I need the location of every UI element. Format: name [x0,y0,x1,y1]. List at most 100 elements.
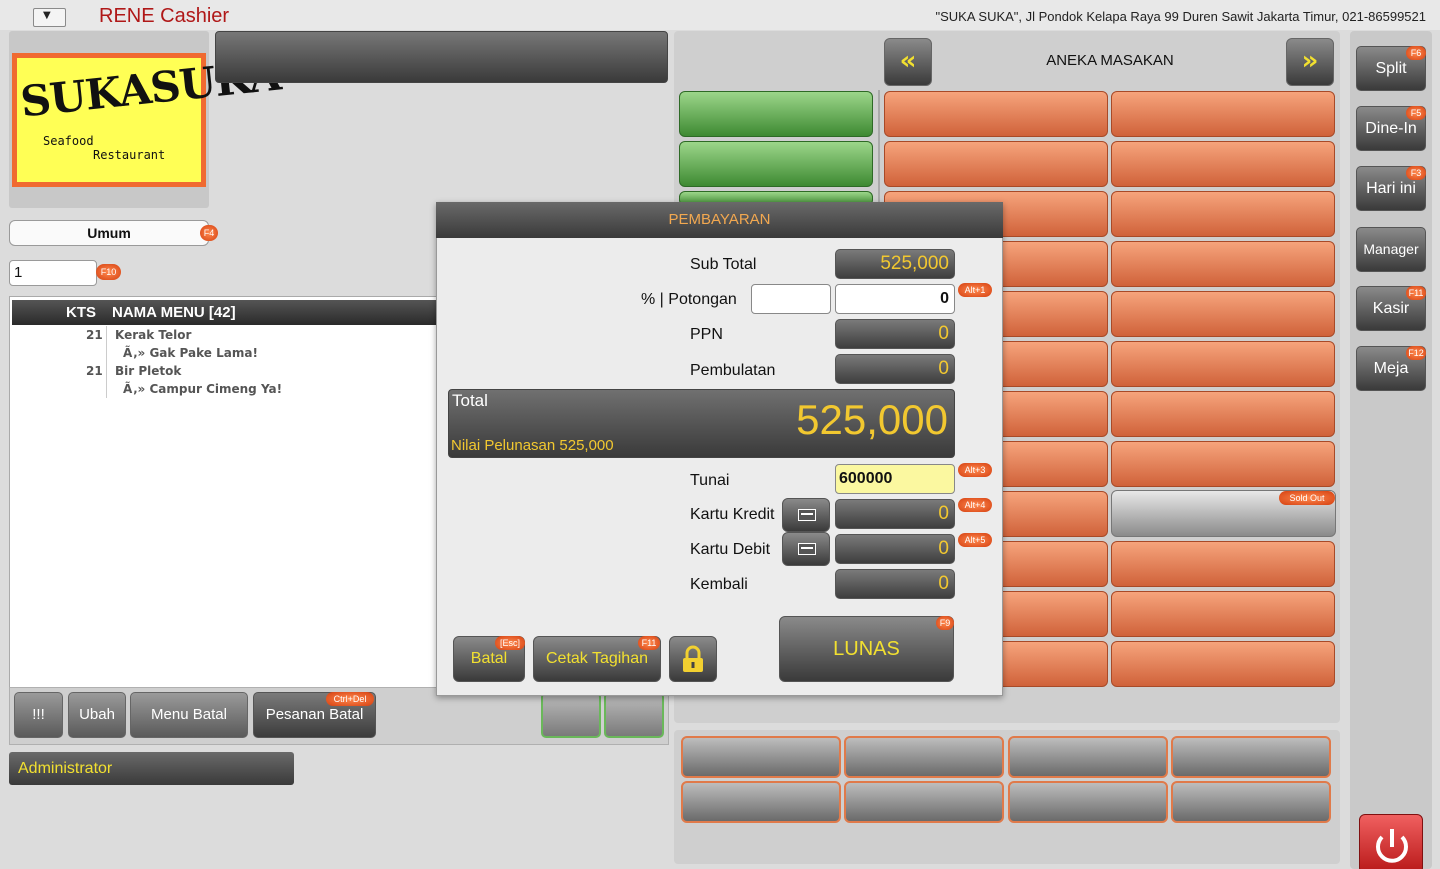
settlement-text: Nilai Pelunasan 525,000 [451,437,614,454]
sidebar-shortcut-badge: F3 [1406,166,1426,180]
table-shortcut-badge: F10 [96,264,121,280]
window-menu-button[interactable]: ▼ [33,8,66,27]
subcategory-button[interactable] [679,141,873,187]
discount-label: % | Potongan [641,291,737,308]
menu-item-button[interactable] [1111,541,1335,587]
menu-item-button[interactable] [1111,591,1335,637]
card-icon [798,543,816,555]
order-qty: 21 [86,364,103,378]
discount-amount-input[interactable]: 0 [835,284,955,314]
chevron-down-icon: ▼ [43,10,51,21]
debit-card-value[interactable]: 0 [835,534,955,564]
tax-label: PPN [690,326,723,343]
debit-card-label: Kartu Debit [690,541,771,558]
quick-menu-button[interactable] [1008,781,1168,823]
cash-label: Tunai [690,472,730,489]
discount-shortcut-badge: Alt+1 [958,283,992,297]
restaurant-address: "SUKA SUKA", Jl Pondok Kelapa Raya 99 Du… [935,9,1426,24]
logged-in-user: Administrator [9,752,294,785]
chevrons-right-icon: » [1301,46,1319,76]
rounding-value: 0 [835,354,955,384]
menu-item-button[interactable] [1111,141,1335,187]
credit-card-value[interactable]: 0 [835,499,955,529]
menu-item-button[interactable] [1111,391,1335,437]
rounding-label: Pembulatan [690,362,776,379]
discount-percent-input[interactable] [751,284,831,314]
order-item-note: Ã‚» Campur Cimeng Ya! [123,382,283,396]
subcategory-button[interactable] [679,91,873,137]
quick-menu-button[interactable] [844,736,1004,778]
quick-menu-button[interactable] [681,736,841,778]
logo-line2: Restaurant [93,148,166,162]
menu-item-button[interactable] [1111,91,1335,137]
menu-item-button[interactable] [1111,641,1335,687]
paid-shortcut-badge: F9 [936,616,954,630]
next-category-button[interactable]: » [1286,38,1334,86]
total-label: Total [452,391,488,410]
debit-shortcut-badge: Alt+5 [958,533,992,547]
print-shortcut-badge: F11 [638,636,660,650]
credit-shortcut-badge: Alt+4 [958,498,992,512]
alert-button[interactable]: !!! [14,692,63,738]
subtotal-value: 525,000 [835,249,955,279]
tax-value: 0 [835,319,955,349]
customer-field[interactable]: Umum [9,220,209,246]
order-qty: 21 [86,328,103,342]
sold-out-badge: Sold Out [1279,491,1335,505]
sidebar-manager-button[interactable]: Manager [1356,227,1426,272]
quick-menu-button[interactable] [1171,736,1331,778]
credit-card-button[interactable] [782,498,830,532]
menu-item-button[interactable] [884,141,1108,187]
cancel-menu-button[interactable]: Menu Batal [130,692,248,738]
order-item-note: Ã‚» Gak Pake Lama! [123,346,258,360]
menu-item-button[interactable] [1111,191,1335,237]
quick-menu-button[interactable] [1171,781,1331,823]
cancel-order-shortcut-badge: Ctrl+Del [326,692,374,706]
category-title: ANEKA MASAKAN [1046,52,1174,69]
logo-line1: Seafood [43,134,94,148]
power-icon [1376,829,1408,863]
cash-input[interactable]: 600000 [835,464,955,494]
col-menu-header: NAMA MENU [42] [112,304,236,321]
sidebar-shortcut-badge: F11 [1406,286,1426,300]
chevrons-left-icon: « [899,46,917,76]
change-value: 0 [835,569,955,599]
menu-item-button[interactable] [1111,291,1335,337]
quick-menu-button[interactable] [681,781,841,823]
order-header-bar [215,31,668,83]
sidebar-shortcut-badge: F5 [1406,106,1426,120]
app-title: RENE Cashier [99,5,230,27]
credit-card-label: Kartu Kredit [690,506,775,523]
sidebar-shortcut-badge: F6 [1406,46,1426,60]
lock-icon [683,645,703,672]
column-divider [106,326,107,398]
menu-item-button[interactable] [884,91,1108,137]
subtotal-label: Sub Total [690,256,757,273]
green-menu-button-partial[interactable] [541,692,601,738]
table-number-input[interactable]: 1 [9,260,97,286]
right-sidebar [1350,31,1432,869]
quick-menu-button[interactable] [844,781,1004,823]
customer-shortcut-badge: F4 [200,225,218,241]
order-item-name[interactable]: Bir Pletok [115,364,181,378]
menu-item-button[interactable] [1111,441,1335,487]
menu-item-button[interactable] [1111,241,1335,287]
edit-button[interactable]: Ubah [68,692,126,738]
lock-button[interactable] [669,636,717,682]
cash-shortcut-badge: Alt+3 [958,463,992,477]
prev-category-button[interactable]: « [884,38,932,86]
change-label: Kembali [690,576,748,593]
total-value: 525,000 [796,396,948,443]
menu-item-button[interactable] [1111,341,1335,387]
power-button[interactable] [1359,814,1423,869]
cancel-shortcut-badge: [Esc] [495,636,525,650]
debit-card-button[interactable] [782,532,830,566]
col-qty-header: KTS [66,304,96,321]
sidebar-shortcut-badge: F12 [1406,346,1426,360]
card-icon [798,509,816,521]
green-menu-button-partial[interactable] [604,692,664,738]
order-item-name[interactable]: Kerak Telor [115,328,191,342]
paid-button[interactable]: LUNAS [779,616,954,682]
restaurant-logo: SUKASUKA Seafood Restaurant [12,51,283,187]
quick-menu-button[interactable] [1008,736,1168,778]
